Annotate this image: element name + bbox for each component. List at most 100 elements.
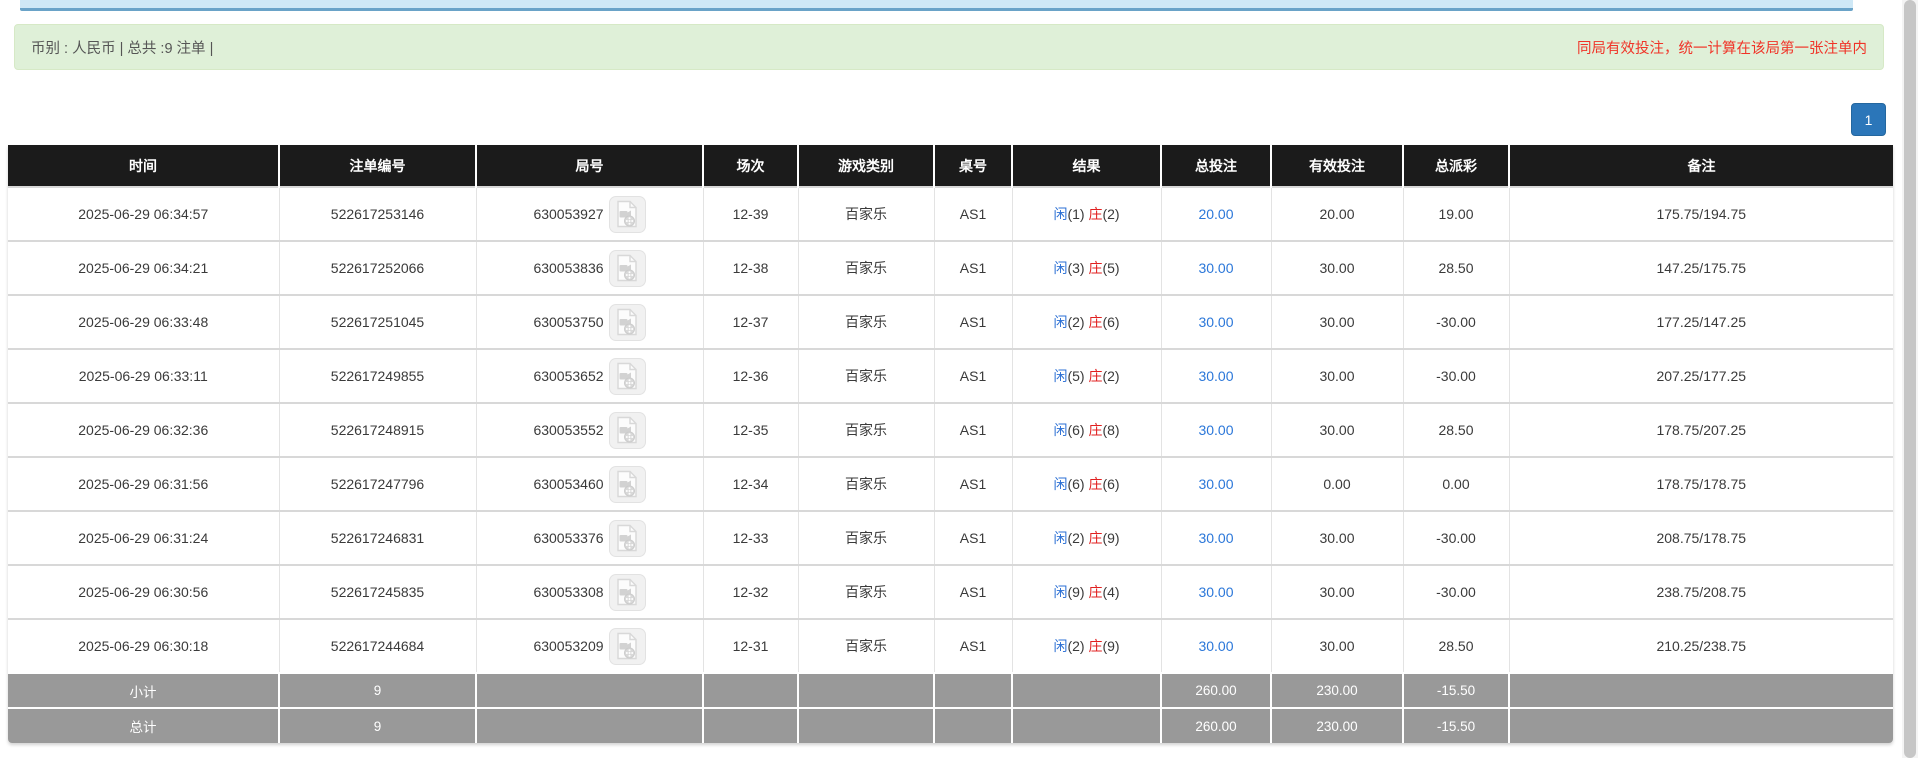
- total-bet-link[interactable]: 30.00: [1198, 584, 1233, 600]
- footer-count-cell: 9: [279, 672, 477, 708]
- payout-cell: -30.00: [1403, 348, 1510, 403]
- video-replay-icon: [617, 632, 637, 660]
- round-id-cell: 630053750: [476, 294, 704, 349]
- valid-bet-cell: 30.00: [1271, 348, 1404, 403]
- page-1-button[interactable]: 1: [1851, 103, 1886, 136]
- round-id-cell: 630053652: [476, 348, 704, 403]
- result-banker-value: (9): [1102, 638, 1120, 654]
- settlement-note-text: 同局有效投注，统一计算在该局第一张注单内: [1577, 40, 1867, 57]
- total-bet-link[interactable]: 30.00: [1198, 476, 1233, 492]
- result-player-label: 闲: [1053, 530, 1068, 546]
- result-player-value: (2): [1067, 530, 1089, 546]
- valid-bet-cell: 20.00: [1271, 186, 1404, 241]
- total-bet-link[interactable]: 30.00: [1198, 422, 1233, 438]
- footer-remark-cell: [1509, 707, 1893, 743]
- video-replay-button[interactable]: [608, 627, 646, 665]
- round-id-cell: 630053209: [476, 618, 704, 673]
- video-replay-icon: [617, 362, 637, 390]
- session-cell: 12-31: [703, 618, 799, 673]
- footer-payout-cell: -15.50: [1403, 707, 1510, 743]
- result-cell: 闲(9) 庄(4): [1012, 564, 1162, 619]
- result-cell: 闲(1) 庄(2): [1012, 186, 1162, 241]
- result-player-label: 闲: [1053, 638, 1068, 654]
- scrollbar-track[interactable]: [1902, 0, 1918, 758]
- bet-row: 2025-06-29 06:31:24 522617246831 630053376…: [8, 510, 1893, 565]
- video-replay-button[interactable]: [608, 465, 646, 503]
- result-banker-value: (2): [1102, 368, 1120, 384]
- video-replay-button[interactable]: [608, 303, 646, 341]
- bet-id-cell: 522617244684: [279, 618, 477, 673]
- result-player-value: (2): [1067, 638, 1089, 654]
- footer-empty-cell: [798, 707, 935, 743]
- remark-cell: 238.75/208.75: [1509, 564, 1893, 619]
- result-banker-value: (5): [1102, 260, 1120, 276]
- video-replay-button[interactable]: [608, 249, 646, 287]
- total-bet-link[interactable]: 20.00: [1198, 206, 1233, 222]
- total-bet-cell: 30.00: [1161, 456, 1272, 511]
- video-replay-button[interactable]: [608, 411, 646, 449]
- bet-time-cell: 2025-06-29 06:33:48: [8, 294, 280, 349]
- bet-id-cell: 522617247796: [279, 456, 477, 511]
- payout-cell: 28.50: [1403, 240, 1510, 295]
- session-cell: 12-38: [703, 240, 799, 295]
- table-no-cell: AS1: [934, 240, 1013, 295]
- footer-valid-bet-cell: 230.00: [1271, 707, 1404, 743]
- column-header-1: 注单编号: [279, 145, 477, 187]
- bet-id-cell: 522617246831: [279, 510, 477, 565]
- video-replay-icon: [617, 470, 637, 498]
- result-cell: 闲(2) 庄(9): [1012, 510, 1162, 565]
- column-header-6: 结果: [1012, 145, 1162, 187]
- valid-bet-cell: 30.00: [1271, 402, 1404, 457]
- valid-bet-cell: 30.00: [1271, 510, 1404, 565]
- total-bet-cell: 30.00: [1161, 618, 1272, 673]
- result-player-value: (5): [1067, 368, 1089, 384]
- total-bet-link[interactable]: 30.00: [1198, 530, 1233, 546]
- footer-empty-cell: [1012, 672, 1162, 708]
- total-bet-link[interactable]: 30.00: [1198, 368, 1233, 384]
- column-header-4: 游戏类别: [798, 145, 935, 187]
- remark-cell: 207.25/177.25: [1509, 348, 1893, 403]
- meta-bar: 币别 : 人民币 | 总共 :9 注单 | 同局有效投注，统一计算在该局第一张注…: [14, 24, 1884, 70]
- grand-total-row: 总计 9 260.00 230.00 -15.50: [8, 707, 1893, 743]
- total-bet-link[interactable]: 30.00: [1198, 260, 1233, 276]
- video-replay-icon: [617, 200, 637, 228]
- payout-cell: 28.50: [1403, 618, 1510, 673]
- table-no-cell: AS1: [934, 456, 1013, 511]
- table-header: 时间 注单编号 局号 场次 游戏类别 桌号 结果 总投注 有效投注 总派彩 备注: [8, 145, 1893, 187]
- footer-empty-cell: [934, 672, 1013, 708]
- valid-bet-cell: 30.00: [1271, 240, 1404, 295]
- result-banker-label: 庄: [1088, 260, 1103, 276]
- result-player-value: (3): [1067, 260, 1089, 276]
- game-type-cell: 百家乐: [798, 618, 935, 673]
- table-no-cell: AS1: [934, 402, 1013, 457]
- total-bet-link[interactable]: 30.00: [1198, 314, 1233, 330]
- bets-table: 时间 注单编号 局号 场次 游戏类别 桌号 结果 总投注 有效投注 总派彩 备注 2025-06-2…: [8, 145, 1893, 743]
- session-cell: 12-39: [703, 186, 799, 241]
- total-bet-link[interactable]: 30.00: [1198, 638, 1233, 654]
- game-type-cell: 百家乐: [798, 240, 935, 295]
- result-banker-value: (9): [1102, 530, 1120, 546]
- column-header-0: 时间: [8, 145, 280, 187]
- session-cell: 12-32: [703, 564, 799, 619]
- round-id-cell: 630053308: [476, 564, 704, 619]
- pagination: 1: [1851, 103, 1886, 136]
- top-panel-strip: [20, 0, 1853, 11]
- valid-bet-cell: 30.00: [1271, 294, 1404, 349]
- round-id-cell: 630053927: [476, 186, 704, 241]
- bet-time-cell: 2025-06-29 06:34:57: [8, 186, 280, 241]
- result-player-label: 闲: [1053, 422, 1068, 438]
- video-replay-button[interactable]: [608, 195, 646, 233]
- valid-bet-cell: 30.00: [1271, 618, 1404, 673]
- video-replay-button[interactable]: [608, 357, 646, 395]
- scrollbar-thumb[interactable]: [1904, 0, 1916, 758]
- result-player-label: 闲: [1053, 260, 1068, 276]
- video-replay-button[interactable]: [608, 573, 646, 611]
- bet-id-cell: 522617245835: [279, 564, 477, 619]
- video-replay-button[interactable]: [608, 519, 646, 557]
- bet-time-cell: 2025-06-29 06:31:24: [8, 510, 280, 565]
- footer-empty-cell: [934, 707, 1013, 743]
- result-banker-label: 庄: [1088, 584, 1103, 600]
- result-banker-label: 庄: [1088, 476, 1103, 492]
- video-replay-icon: [617, 524, 637, 552]
- footer-total-bet-cell: 260.00: [1161, 672, 1272, 708]
